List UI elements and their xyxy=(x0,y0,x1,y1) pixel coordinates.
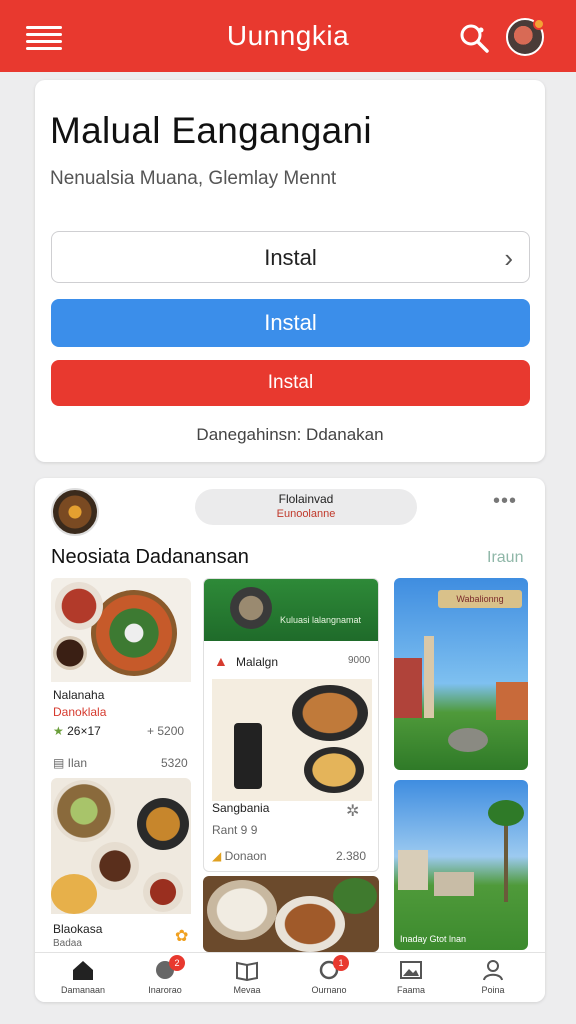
place-caption: Inaday Gtot lnan xyxy=(400,934,467,944)
food-subtitle: Danoklala xyxy=(53,705,107,719)
food-meta-right: 5320 xyxy=(161,756,188,770)
home-icon xyxy=(73,961,93,980)
nav-label: Faama xyxy=(396,985,425,995)
feed-card: Flolainvad Eunoolanne ••• Neosiata Dadan… xyxy=(35,478,545,1002)
bottom-navigation: Damanaan 2 Inarorao Mevaa 1 Ournano Faam… xyxy=(35,952,545,1002)
nav-badge: 2 xyxy=(169,955,185,971)
food-card-3[interactable] xyxy=(203,876,379,952)
top-app-bar: Uunngkia xyxy=(0,0,576,72)
food-title: Blaokasa xyxy=(53,922,103,936)
feature-card[interactable]: Kuluasi lalangnamat ▲ Malalgn 9000 Sangb… xyxy=(203,578,379,872)
rating-value: 26×17 xyxy=(67,724,101,738)
pill-title: Flolainvad xyxy=(278,492,334,506)
food-price: + 5200 xyxy=(147,724,185,738)
item-title: Sangbania xyxy=(212,801,270,815)
page-title: Malual Eangangani xyxy=(50,110,372,151)
food-meta-left-text: Ilan xyxy=(67,756,88,770)
footer-link[interactable]: Danegahinsn: Ddanakan xyxy=(35,425,545,445)
install-outline-button[interactable]: Instal › xyxy=(51,231,530,283)
food-photo xyxy=(51,578,191,682)
chevron-right-icon: › xyxy=(504,243,513,273)
pill-subtitle: Eunoolanne xyxy=(276,508,336,520)
profile-avatar[interactable] xyxy=(51,488,99,536)
food-photo xyxy=(212,679,372,801)
nav-profile[interactable]: Poina xyxy=(451,953,535,1002)
feature-tag: 9000 xyxy=(348,655,371,666)
install-outline-label: Instal xyxy=(264,245,317,270)
tag-icon: ◢ xyxy=(212,849,225,863)
food-card-2[interactable]: Blaokasa Badaa ✿ xyxy=(51,778,191,950)
nav-home[interactable]: Damanaan xyxy=(41,953,125,1002)
feature-title: Malalgn xyxy=(236,655,279,669)
notification-dot xyxy=(533,18,545,30)
item-meta-left: ◢ Donaon xyxy=(212,849,267,863)
more-options-icon[interactable]: ••• xyxy=(493,490,517,513)
flower-icon: ✿ xyxy=(175,928,189,945)
item-meta-left-text: Donaon xyxy=(224,849,267,863)
image-icon xyxy=(400,961,422,979)
banner-text: Kuluasi lalangnamat xyxy=(280,615,362,625)
food-title: Nalanaha xyxy=(53,688,105,702)
section-see-all-link[interactable]: Iraun xyxy=(487,549,523,567)
landmark-banner: Wabalionng xyxy=(438,590,522,608)
receipt-icon: ▤ xyxy=(53,756,68,770)
star-icon: ★ xyxy=(53,724,68,738)
nav-book[interactable]: Mevaa xyxy=(205,953,289,1002)
section-title: Neosiata Dadanansan xyxy=(51,546,249,568)
user-avatar[interactable] xyxy=(506,18,545,56)
place-card-1[interactable]: Wabalionng xyxy=(394,578,528,770)
place-card-2[interactable]: Inaday Gtot lnan xyxy=(394,780,528,950)
nav-chat[interactable]: 2 Inarorao xyxy=(123,953,207,1002)
location-pin-icon: ▲ xyxy=(214,653,228,669)
profile-pill[interactable]: Flolainvad Eunoolanne xyxy=(195,489,417,525)
nav-badge: 1 xyxy=(333,955,349,971)
item-meta-right: 2.380 xyxy=(336,849,367,863)
food-photo xyxy=(51,778,191,914)
nav-label: Inarorao xyxy=(148,985,182,995)
search-icon[interactable] xyxy=(458,22,490,54)
profile-icon xyxy=(483,960,503,981)
village-photo xyxy=(394,780,528,950)
food-rating: ★ 26×17 xyxy=(53,724,101,738)
food-card-1[interactable]: Nalanaha Danoklala ★ 26×17 + 5200 ▤ Ilan… xyxy=(51,578,191,774)
book-icon xyxy=(236,961,258,981)
nav-gallery[interactable]: Faama xyxy=(369,953,453,1002)
item-subtitle: Rant 9 9 xyxy=(212,823,258,837)
food-subtitle: Badaa xyxy=(53,938,82,949)
nav-label: Damanaan xyxy=(60,985,106,995)
nav-label: Poina xyxy=(481,985,505,995)
nav-label: Ournano xyxy=(311,985,347,995)
food-photo xyxy=(203,876,379,952)
install-primary-button[interactable]: Instal xyxy=(51,299,530,347)
nav-message[interactable]: 1 Ournano xyxy=(287,953,371,1002)
food-meta-left: ▤ Ilan xyxy=(53,756,87,770)
hero-card: Malual Eangangani Nenualsia Muana, Gleml… xyxy=(35,80,545,462)
banner-photo: Kuluasi lalangnamat xyxy=(204,579,378,641)
nav-label: Mevaa xyxy=(233,985,261,995)
page-subtitle: Nenualsia Muana, Glemlay Mennt xyxy=(50,168,337,189)
install-danger-button[interactable]: Instal xyxy=(51,360,530,406)
settings-icon: ✲ xyxy=(346,803,360,820)
